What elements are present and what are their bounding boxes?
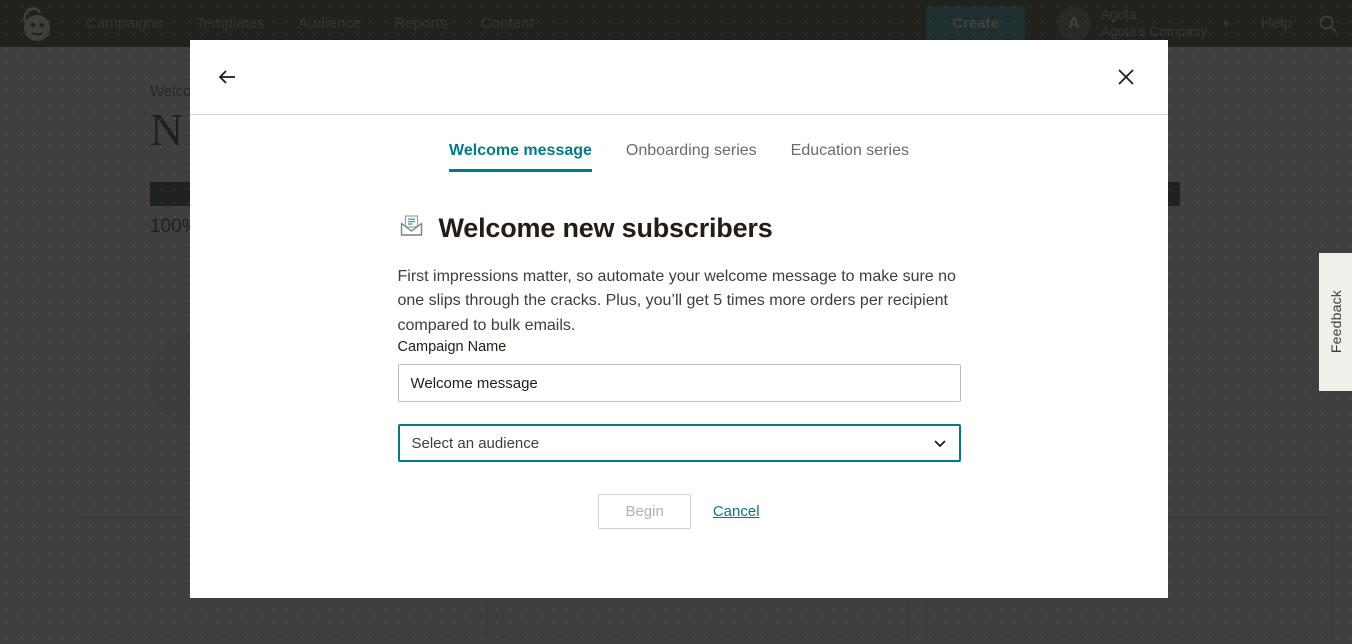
modal-header	[190, 40, 1168, 115]
cancel-link[interactable]: Cancel	[713, 503, 760, 520]
campaign-name-label: Campaign Name	[398, 339, 507, 355]
open-envelope-icon	[398, 212, 425, 244]
page-title: Welcome new subscribers	[439, 213, 773, 244]
modal-actions: Begin Cancel	[398, 494, 961, 529]
automation-type-tabs: Welcome message Onboarding series Educat…	[190, 142, 1168, 172]
audience-select-value: Select an audience	[412, 435, 540, 452]
close-button[interactable]	[1111, 62, 1141, 92]
create-automation-modal: Welcome message Onboarding series Educat…	[190, 40, 1168, 598]
feedback-tab[interactable]: Feedback	[1319, 253, 1352, 391]
modal-description: First impressions matter, so automate yo…	[398, 265, 961, 338]
begin-button[interactable]: Begin	[598, 494, 690, 529]
arrow-left-icon	[216, 66, 238, 88]
modal-body: Welcome message Onboarding series Educat…	[190, 115, 1168, 529]
close-icon	[1115, 66, 1137, 88]
modal-heading-row: Welcome new subscribers	[398, 212, 961, 244]
tab-education-series[interactable]: Education series	[791, 142, 909, 172]
chevron-down-icon	[933, 436, 947, 450]
audience-select[interactable]: Select an audience	[398, 424, 961, 462]
back-button[interactable]	[212, 62, 242, 92]
modal-content: Welcome new subscribers First impression…	[398, 212, 961, 529]
campaign-name-input[interactable]	[398, 364, 961, 402]
screen: Campaigns Templates Audience Reports Con…	[0, 0, 1352, 644]
tab-welcome-message[interactable]: Welcome message	[449, 142, 592, 172]
feedback-label: Feedback	[1328, 290, 1344, 353]
tab-onboarding-series[interactable]: Onboarding series	[626, 142, 757, 172]
